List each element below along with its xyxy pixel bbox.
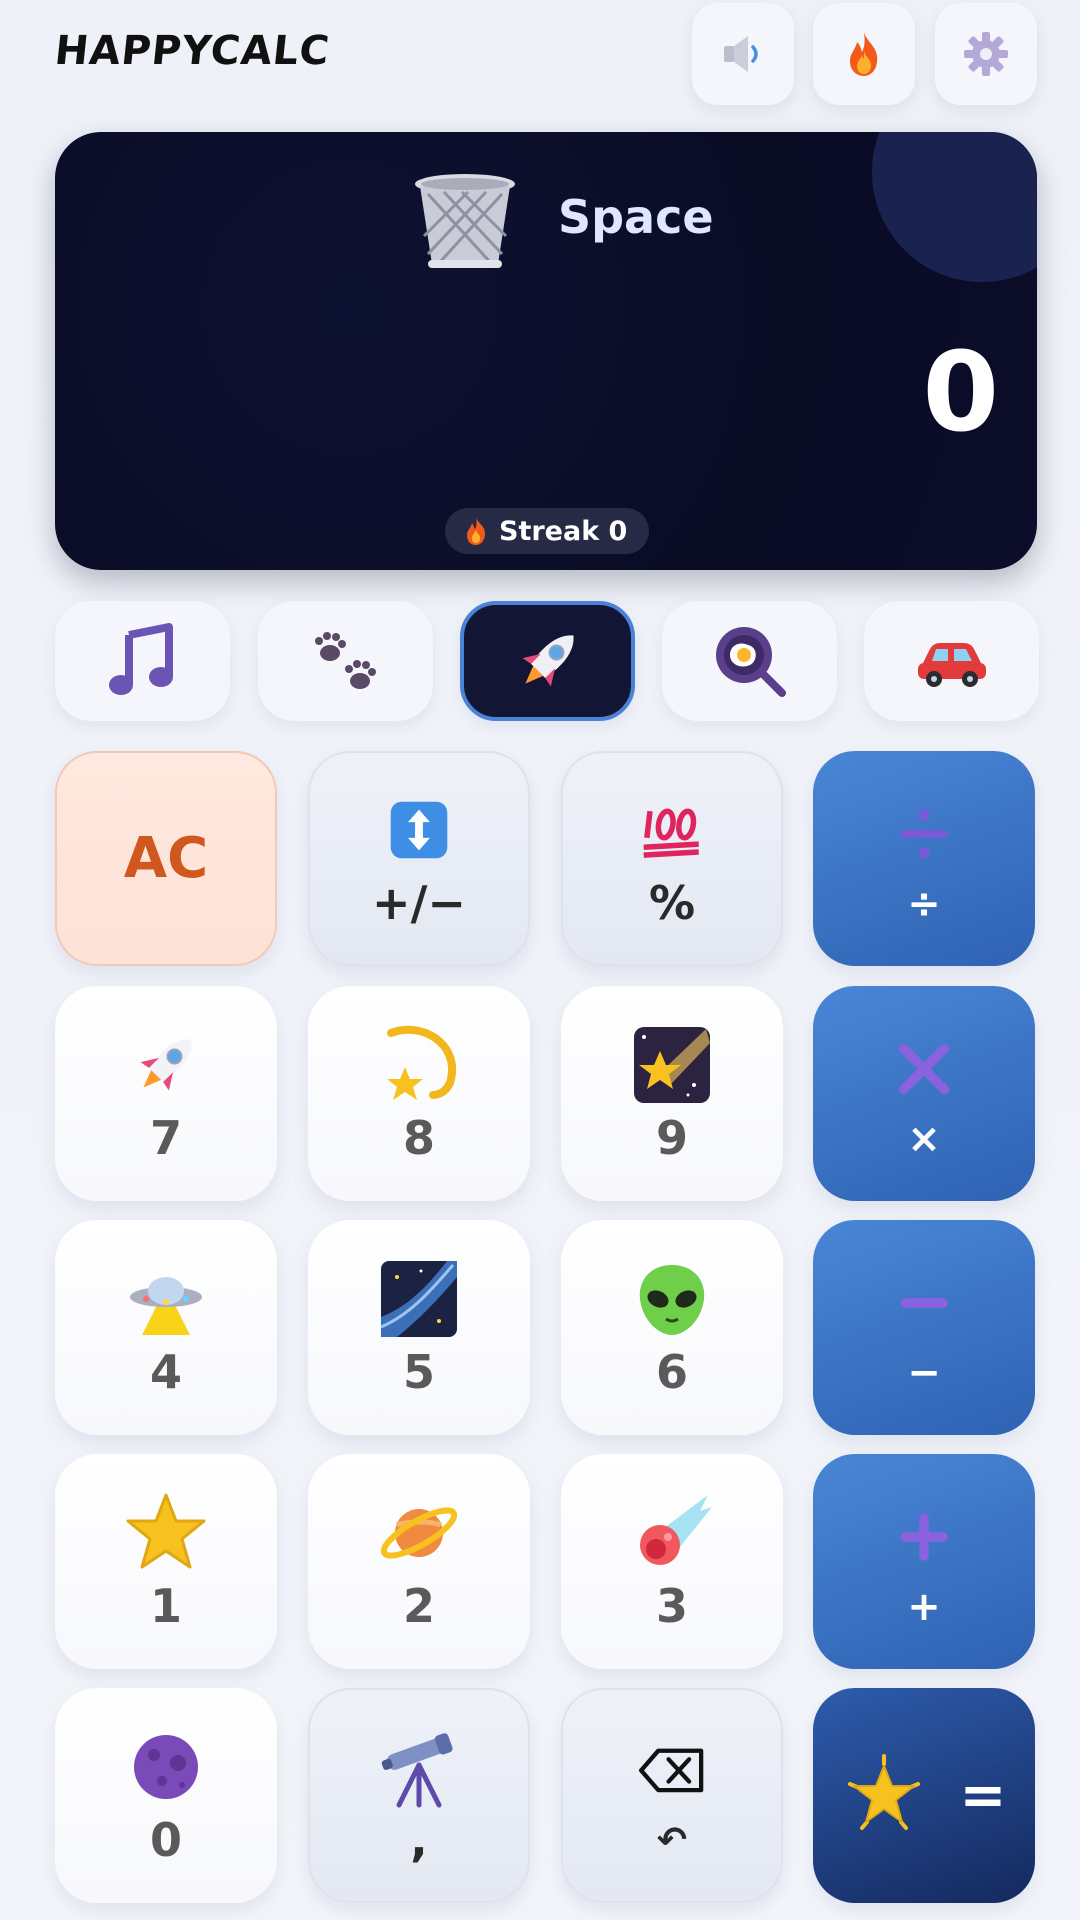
app-title: HAPPYCALC	[52, 28, 333, 74]
digit-8-button[interactable]: 8	[308, 986, 530, 1201]
up-down-arrow-icon	[377, 788, 461, 872]
speaker-icon	[724, 36, 758, 72]
digit-label: 4	[149, 1345, 182, 1400]
digit-label: 9	[655, 1111, 688, 1166]
undo-label: ↶	[656, 1819, 688, 1861]
multiply-button[interactable]: ×	[813, 986, 1035, 1201]
moon-icon	[124, 1725, 208, 1809]
calculator-display: Space 0 Streak 0	[55, 132, 1037, 570]
digit-label: 2	[402, 1579, 435, 1634]
digit-label: 5	[402, 1345, 435, 1400]
divide-button[interactable]: ÷	[813, 751, 1035, 966]
gear-icon	[964, 32, 1008, 76]
rocket-icon	[124, 1023, 208, 1107]
sign-label: +/−	[372, 876, 466, 931]
digit-1-button[interactable]: 1	[55, 1454, 277, 1669]
glowing-star-icon	[842, 1753, 926, 1838]
decorative-orb	[872, 132, 1037, 282]
theme-animals-button[interactable]	[258, 601, 433, 721]
display-value: 0	[922, 328, 999, 456]
divide-icon	[882, 792, 966, 876]
equals-button[interactable]: =	[813, 1688, 1035, 1903]
ringed-planet-icon	[377, 1491, 461, 1575]
theme-space-button[interactable]	[460, 601, 635, 721]
digit-5-button[interactable]: 5	[308, 1220, 530, 1435]
multiply-label: ×	[907, 1115, 941, 1162]
settings-button[interactable]	[935, 3, 1037, 105]
streak-badge: Streak 0	[445, 508, 650, 554]
digit-2-button[interactable]: 2	[308, 1454, 530, 1669]
digit-9-button[interactable]: 9	[561, 986, 783, 1201]
plus-icon	[882, 1495, 966, 1579]
ufo-icon	[124, 1257, 208, 1341]
music-notes-icon	[108, 623, 173, 695]
decimal-button[interactable]: ,	[308, 1688, 530, 1903]
telescope-icon	[377, 1725, 461, 1809]
plus-button[interactable]: +	[813, 1454, 1035, 1669]
milky-way-icon	[377, 1257, 461, 1341]
hundred-points-icon	[630, 788, 714, 872]
digit-label: 1	[149, 1579, 182, 1634]
equals-label: =	[959, 1762, 1007, 1828]
percent-button[interactable]: %	[561, 751, 783, 966]
clear-label: AC	[123, 825, 209, 891]
fire-icon	[850, 32, 878, 76]
digit-7-button[interactable]: 7	[55, 986, 277, 1201]
plus-label: +	[907, 1583, 941, 1630]
frying-pan-egg-icon	[715, 627, 786, 697]
calculator-app: HAPPYCALC Space 0 Streak 0 AC +/− % ÷ 7 …	[0, 0, 1080, 1920]
rocket-icon	[522, 635, 573, 687]
theme-music-button[interactable]	[55, 601, 230, 721]
sound-button[interactable]	[692, 3, 794, 105]
theme-food-button[interactable]	[662, 601, 837, 721]
sign-toggle-button[interactable]: +/−	[308, 751, 530, 966]
star-icon	[124, 1491, 208, 1575]
alien-icon	[630, 1257, 714, 1341]
percent-label: %	[648, 876, 696, 931]
minus-label: −	[907, 1349, 941, 1396]
paw-prints-icon	[314, 632, 376, 689]
digit-3-button[interactable]: 3	[561, 1454, 783, 1669]
clear-button[interactable]: AC	[55, 751, 277, 966]
shooting-star-icon	[630, 1023, 714, 1107]
comet-icon	[630, 1491, 714, 1575]
backspace-button[interactable]: ↶	[561, 1688, 783, 1903]
minus-icon	[882, 1261, 966, 1345]
multiply-icon	[882, 1027, 966, 1111]
digit-label: 3	[655, 1579, 688, 1634]
streak-button[interactable]	[813, 3, 915, 105]
theme-name: Space	[558, 190, 714, 244]
minus-button[interactable]: −	[813, 1220, 1035, 1435]
digit-0-button[interactable]: 0	[55, 1688, 277, 1903]
digit-label: 8	[402, 1111, 435, 1166]
wastebasket-icon	[415, 174, 515, 268]
fire-icon	[467, 517, 486, 545]
dizzy-star-icon	[377, 1023, 461, 1107]
theme-vehicles-button[interactable]	[864, 601, 1039, 721]
digit-6-button[interactable]: 6	[561, 1220, 783, 1435]
backspace-icon	[630, 1731, 714, 1815]
streak-label: Streak 0	[499, 515, 628, 547]
car-icon	[917, 643, 986, 687]
digit-4-button[interactable]: 4	[55, 1220, 277, 1435]
divide-label: ÷	[907, 880, 941, 927]
digit-label: 6	[655, 1345, 688, 1400]
digit-label: 7	[149, 1111, 182, 1166]
decimal-label: ,	[410, 1813, 428, 1868]
digit-label: 0	[149, 1813, 182, 1868]
